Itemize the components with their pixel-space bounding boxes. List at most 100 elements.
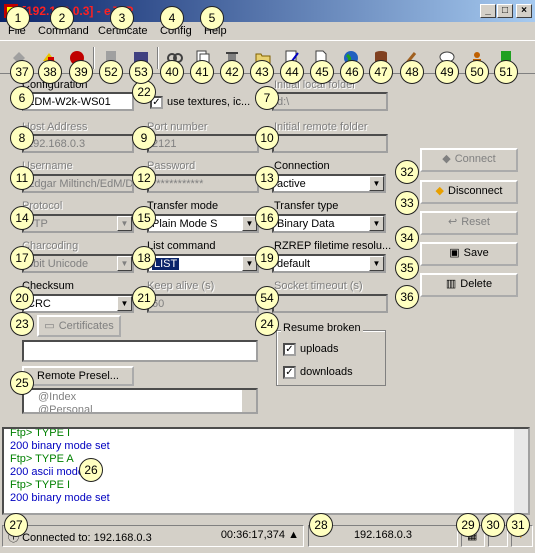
chevron-down-icon[interactable]: ▼ bbox=[117, 216, 132, 231]
keepalive-input[interactable]: 60 bbox=[147, 294, 259, 313]
connection-combo[interactable]: active ▼ bbox=[272, 174, 386, 193]
presel-list[interactable]: @Index @Personal bbox=[22, 388, 258, 414]
list-command-value: LIST bbox=[152, 258, 180, 270]
downloads-label: downloads bbox=[300, 366, 353, 378]
downloads-checkbox[interactable]: ✓ bbox=[283, 366, 296, 379]
list-command-combo[interactable]: LIST ▼ bbox=[147, 254, 259, 273]
annotation-badge: 25 bbox=[10, 371, 34, 395]
status-connection-panel: ⓘ Connected to: 192.168.0.3 00:36:17,374… bbox=[2, 525, 304, 547]
log-line: 200 binary mode set bbox=[10, 492, 110, 504]
rzrep-value: default bbox=[277, 258, 311, 270]
annotation-badge: 23 bbox=[10, 312, 34, 336]
close-button[interactable]: × bbox=[516, 4, 532, 18]
annotation-badge: 46 bbox=[340, 60, 364, 84]
toolbar-separator bbox=[157, 47, 159, 69]
log-scrollbar[interactable] bbox=[514, 429, 528, 513]
annotation-badge: 30 bbox=[481, 513, 505, 537]
port-input[interactable]: 2121 bbox=[147, 134, 259, 153]
title-bar: [192.168.0.3] - eJSP _ □ × bbox=[0, 0, 535, 22]
annotation-badge: 6 bbox=[10, 86, 34, 110]
delete-button[interactable]: ▥ Delete bbox=[420, 273, 518, 297]
annotation-badge: 36 bbox=[395, 285, 419, 309]
annotation-badge: 37 bbox=[10, 60, 34, 84]
annotation-badge: 39 bbox=[69, 60, 93, 84]
rzrep-combo[interactable]: default ▼ bbox=[272, 254, 386, 273]
certificates-button[interactable]: ▭ Certificates bbox=[37, 315, 121, 337]
presel-item[interactable]: @Personal bbox=[38, 404, 93, 412]
chevron-down-icon[interactable]: ▼ bbox=[369, 256, 384, 271]
transfer-mode-combo[interactable]: Plain Mode S ▼ bbox=[147, 214, 259, 233]
certificate-input[interactable] bbox=[22, 340, 258, 362]
annotation-badge: 45 bbox=[310, 60, 334, 84]
uploads-checkbox[interactable]: ✓ bbox=[283, 343, 296, 356]
charcoding-value: 8bit Unicode bbox=[27, 258, 89, 270]
annotation-badge: 10 bbox=[255, 126, 279, 150]
configuration-combo[interactable]: EDM-W2k-WS01 bbox=[22, 92, 134, 111]
annotation-badge: 17 bbox=[10, 246, 34, 270]
annotation-badge: 48 bbox=[400, 60, 424, 84]
presel-scrollbar[interactable] bbox=[242, 390, 256, 412]
host-input[interactable]: 192.168.0.3 bbox=[22, 134, 134, 153]
minimize-button[interactable]: _ bbox=[480, 4, 496, 18]
annotation-badge: 44 bbox=[280, 60, 304, 84]
annotation-badge: 51 bbox=[494, 60, 518, 84]
connect-button[interactable]: ◆ Connect bbox=[420, 148, 518, 172]
transfer-type-combo[interactable]: Binary Data ▼ bbox=[272, 214, 386, 233]
transfer-type-label: Transfer type bbox=[274, 200, 339, 212]
annotation-badge: 8 bbox=[10, 126, 34, 150]
annotation-badge: 49 bbox=[435, 60, 459, 84]
socket-timeout-input[interactable] bbox=[272, 294, 388, 313]
chevron-down-icon[interactable]: ▼ bbox=[369, 216, 384, 231]
annotation-badge: 43 bbox=[250, 60, 274, 84]
annotation-badge: 12 bbox=[132, 166, 156, 190]
disconnect-button[interactable]: ◆ Disconnect bbox=[420, 180, 518, 204]
checksum-combo[interactable]: CRC ▼ bbox=[22, 294, 134, 313]
annotation-badge: 35 bbox=[395, 256, 419, 280]
save-button[interactable]: ▣ Save bbox=[420, 242, 518, 266]
maximize-button[interactable]: □ bbox=[497, 4, 513, 18]
annotation-badge: 18 bbox=[132, 246, 156, 270]
delete-button-label: Delete bbox=[460, 278, 493, 290]
connect-icon: ◆ bbox=[442, 153, 451, 165]
socket-timeout-label: Socket timeout (s) bbox=[274, 280, 363, 292]
annotation-badge: 4 bbox=[160, 6, 184, 30]
rzrep-label: RZREP filetime resolu... bbox=[274, 240, 392, 252]
disconnect-icon: ◆ bbox=[435, 185, 445, 197]
annotation-badge: 7 bbox=[255, 86, 279, 110]
use-textures-label: use textures, ic... bbox=[167, 96, 251, 108]
chevron-down-icon[interactable]: ▼ bbox=[117, 296, 132, 311]
initial-local-input[interactable]: d:\ bbox=[272, 92, 388, 111]
initial-remote-input[interactable] bbox=[272, 134, 388, 153]
connect-button-label: Connect bbox=[454, 153, 496, 165]
annotation-badge: 53 bbox=[129, 60, 153, 84]
remote-presel-button[interactable]: Remote Presel... bbox=[22, 366, 134, 386]
annotation-badge: 1 bbox=[6, 6, 30, 30]
connection-label: Connection bbox=[274, 160, 330, 172]
uploads-label: uploads bbox=[300, 343, 339, 355]
protocol-combo[interactable]: FTP ▼ bbox=[22, 214, 134, 233]
save-icon: ▣ bbox=[449, 247, 460, 259]
trash-icon: ▥ bbox=[445, 278, 457, 290]
certificates-button-label: Certificates bbox=[58, 320, 114, 332]
initial-remote-label: Initial remote folder bbox=[274, 121, 368, 133]
annotation-badge: 41 bbox=[190, 60, 214, 84]
annotation-badge: 28 bbox=[309, 513, 333, 537]
charcoding-combo[interactable]: 8bit Unicode ▼ bbox=[22, 254, 134, 273]
keepalive-label: Keep alive (s) bbox=[147, 280, 215, 292]
configuration-value: EDM-W2k-WS01 bbox=[27, 96, 111, 108]
password-input[interactable]: ************ bbox=[147, 174, 259, 193]
annotation-badge: 52 bbox=[99, 60, 123, 84]
log-line: Ftp> TYPE A bbox=[10, 453, 74, 465]
toolbar-separator bbox=[93, 47, 95, 69]
chevron-down-icon[interactable]: ▼ bbox=[117, 256, 132, 271]
connection-value: active bbox=[277, 178, 306, 190]
annotation-badge: 38 bbox=[38, 60, 62, 84]
transfer-mode-value: Plain Mode S bbox=[152, 218, 218, 230]
chevron-down-icon[interactable]: ▼ bbox=[369, 176, 384, 191]
username-input[interactable]: Edgar Miltinch/EdM/DE bbox=[22, 174, 134, 193]
annotation-badge: 32 bbox=[395, 160, 419, 184]
annotation-badge: 21 bbox=[132, 286, 156, 310]
reset-button[interactable]: ↩ Reset bbox=[420, 211, 518, 235]
password-label: Password bbox=[147, 160, 196, 172]
presel-item[interactable]: @Index bbox=[38, 391, 76, 403]
